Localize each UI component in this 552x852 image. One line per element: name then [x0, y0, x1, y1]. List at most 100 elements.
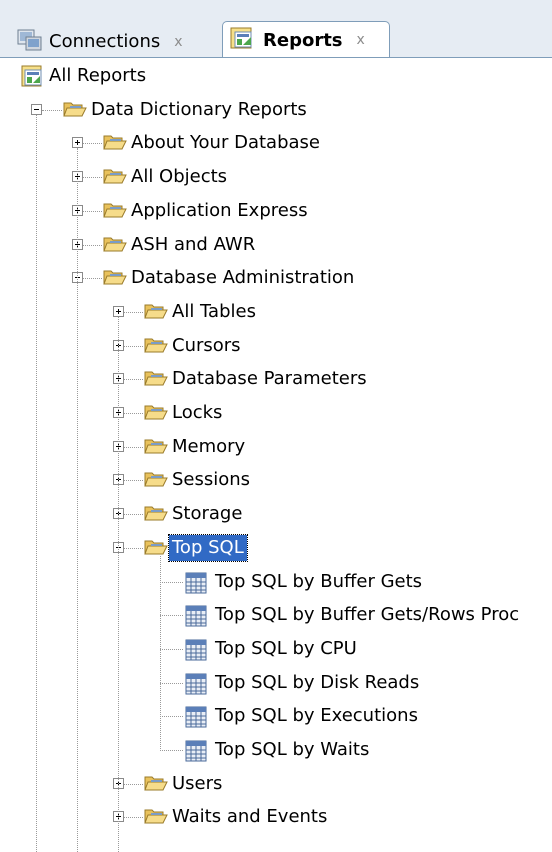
- tab-connections-label: Connections: [49, 31, 161, 52]
- tree-connector: [124, 514, 143, 516]
- folder-icon: [62, 98, 88, 124]
- tree-node-report-5[interactable]: Top SQL by Executions: [0, 700, 552, 733]
- tree-node-database-administration[interactable]: Database Administration: [0, 262, 552, 295]
- tree-connector: [124, 547, 143, 549]
- tree-guide-line: [160, 555, 161, 751]
- folder-icon: [143, 502, 169, 528]
- folder-icon: [143, 468, 169, 494]
- tree-connector: [83, 278, 102, 280]
- tree-node-locks[interactable]: Locks: [0, 397, 552, 430]
- reports-icon: [20, 64, 46, 92]
- folder-icon: [143, 300, 169, 326]
- tree-node-users-label: Users: [172, 772, 223, 794]
- tab-reports-close-icon[interactable]: x: [357, 32, 365, 48]
- tree-connector: [83, 244, 102, 246]
- tree-node-all-objects-label: All Objects: [131, 166, 228, 188]
- report-grid-icon: [183, 704, 209, 734]
- tree-node-report-2-label: Top SQL by Buffer Gets/Rows Proc: [215, 604, 520, 626]
- tree-node-report-1-label: Top SQL by Buffer Gets: [215, 570, 423, 592]
- report-grid-icon: [183, 637, 209, 667]
- tree-node-report-6[interactable]: Top SQL by Waits: [0, 734, 552, 767]
- folder-icon: [102, 233, 128, 259]
- tree-node-database-parameters-label: Database Parameters: [172, 368, 367, 390]
- folder-icon: [143, 334, 169, 360]
- tree-node-top-sql[interactable]: Top SQL: [0, 532, 552, 565]
- folder-icon: [143, 805, 169, 831]
- tree-connector: [83, 177, 102, 179]
- tree-node-report-3-label: Top SQL by CPU: [215, 637, 357, 659]
- tree-node-all-reports[interactable]: All Reports: [0, 60, 552, 93]
- tree-connector: [124, 345, 143, 347]
- tree-node-all-tables-label: All Tables: [172, 300, 256, 322]
- folder-icon: [102, 199, 128, 225]
- tree-node-database-parameters[interactable]: Database Parameters: [0, 363, 552, 396]
- tree-node-storage-label: Storage: [172, 503, 243, 525]
- tree-connector: [160, 750, 183, 751]
- expand-icon[interactable]: [113, 305, 124, 317]
- tree-guide-line: [118, 316, 119, 852]
- reports-icon: [229, 25, 257, 55]
- reports-tree[interactable]: All Reports Data Dictionary Reports About …: [0, 58, 552, 852]
- tree-node-data-dictionary-reports[interactable]: Data Dictionary Reports: [0, 94, 552, 127]
- tree-node-storage[interactable]: Storage: [0, 498, 552, 531]
- tree-node-ash-and-awr-label: ASH and AWR: [131, 233, 256, 255]
- tree-node-about-your-database-label: About Your Database: [131, 132, 320, 154]
- tree-node-all-tables[interactable]: All Tables: [0, 296, 552, 329]
- tree-node-cursors[interactable]: Cursors: [0, 330, 552, 363]
- tree-node-sessions[interactable]: Sessions: [0, 464, 552, 497]
- tree-connector: [124, 379, 143, 381]
- tree-node-report-5-label: Top SQL by Executions: [215, 705, 418, 727]
- tree-connector: [160, 682, 183, 684]
- tree-node-locks-label: Locks: [172, 402, 223, 423]
- tree-connector: [124, 480, 143, 482]
- tab-connections-close-icon[interactable]: x: [174, 34, 182, 50]
- tree-node-report-6-label: Top SQL by Waits: [215, 739, 370, 760]
- tab-strip: Connections x Reports x: [0, 0, 552, 58]
- tree-node-memory[interactable]: Memory: [0, 431, 552, 464]
- report-grid-icon: [183, 671, 209, 701]
- tree-node-report-1[interactable]: Top SQL by Buffer Gets: [0, 566, 552, 599]
- tree-node-waits-and-events-label: Waits and Events: [172, 806, 328, 828]
- tab-reports[interactable]: Reports x: [222, 21, 390, 58]
- folder-icon: [143, 401, 169, 427]
- tree-connector: [124, 311, 143, 313]
- tree-node-all-reports-label: All Reports: [49, 65, 147, 86]
- tree-node-report-3[interactable]: Top SQL by CPU: [0, 633, 552, 666]
- expand-icon[interactable]: [72, 137, 83, 149]
- tree-connector: [160, 648, 183, 650]
- tab-reports-label: Reports: [263, 29, 343, 51]
- tree-guide-line: [77, 148, 78, 852]
- tree-node-all-objects[interactable]: All Objects: [0, 161, 552, 194]
- tree-node-ash-and-awr[interactable]: ASH and AWR: [0, 229, 552, 262]
- tree-connector: [160, 615, 183, 617]
- tree-node-application-express[interactable]: Application Express: [0, 195, 552, 228]
- collapse-icon[interactable]: [31, 103, 42, 115]
- tree-node-application-express-label: Application Express: [131, 199, 308, 221]
- folder-icon: [143, 367, 169, 393]
- tree-node-top-sql-label: Top SQL: [168, 533, 248, 562]
- tree-connector: [160, 716, 183, 718]
- folder-icon: [143, 435, 169, 461]
- tree-guide-line: [36, 114, 37, 852]
- folder-icon: [143, 772, 169, 798]
- tree-connector: [42, 109, 62, 111]
- tree-node-memory-label: Memory: [172, 435, 246, 457]
- tree-connector: [124, 783, 143, 785]
- tree-node-data-dictionary-reports-label: Data Dictionary Reports: [91, 98, 307, 120]
- tree-connector: [83, 210, 102, 212]
- tree-connector: [124, 413, 143, 414]
- tree-node-report-4[interactable]: Top SQL by Disk Reads: [0, 667, 552, 700]
- tree-node-waits-and-events[interactable]: Waits and Events: [0, 801, 552, 834]
- tree-node-report-4-label: Top SQL by Disk Reads: [215, 671, 420, 693]
- tree-connector: [83, 143, 102, 145]
- tree-connector: [124, 446, 143, 448]
- tree-node-users[interactable]: Users: [0, 768, 552, 801]
- connections-icon: [17, 28, 43, 56]
- folder-icon: [102, 131, 128, 157]
- tree-node-report-2[interactable]: Top SQL by Buffer Gets/Rows Proc: [0, 599, 552, 632]
- report-grid-icon: [183, 738, 209, 768]
- report-grid-icon: [183, 603, 209, 633]
- tree-node-about-your-database[interactable]: About Your Database: [0, 127, 552, 160]
- tab-connections[interactable]: Connections x: [12, 26, 220, 57]
- tree-node-database-administration-label: Database Administration: [131, 267, 355, 289]
